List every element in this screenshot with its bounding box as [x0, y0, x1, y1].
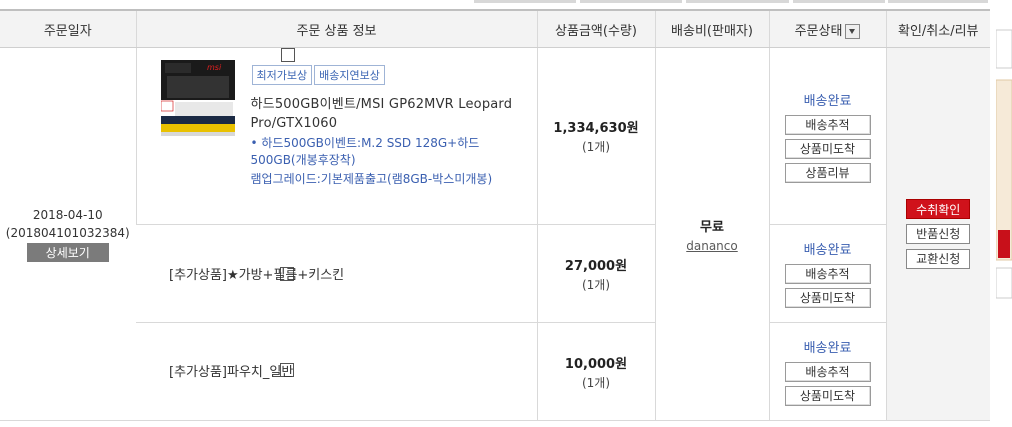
side-banner-edge[interactable] — [996, 0, 1012, 427]
product-thumbnail[interactable]: msi — [160, 60, 235, 136]
order-date: 2018-04-10 — [32, 208, 103, 222]
product-name[interactable]: [추가상품]★가방+필름+키스킨 — [169, 264, 344, 283]
item-qty: (1개) — [581, 375, 611, 390]
status-text: 배송완료 — [803, 341, 852, 356]
status-text: 배송완료 — [803, 93, 852, 109]
item-checkbox[interactable] — [280, 48, 295, 62]
tag-lowest-price[interactable]: 최저가보상 — [251, 65, 313, 85]
header-status: 주문상태 — [768, 9, 886, 48]
header-order-date: 주문일자 — [0, 9, 136, 48]
table-header-row: 주문일자 주문 상품 정보 상품금액(수량) 배송비(판매자) 주문상태 확인/… — [0, 9, 990, 48]
top-tab-strip — [0, 0, 1012, 4]
product-info-cell: msi 최저가보상 배송지연보상 하드500GB이벤트/MSI GP62MVR L… — [135, 47, 537, 225]
table-row: 2018-04-10 (201804101032384) 상세보기 msi 최저… — [0, 47, 990, 421]
not-arrived-button[interactable]: 상품미도착 — [784, 386, 871, 406]
header-actions: 확인/취소/리뷰 — [885, 9, 990, 48]
item-price: 1,334,630원 — [553, 121, 639, 136]
header-product-info: 주문 상품 정보 — [135, 9, 537, 48]
order-date-cell: 2018-04-10 (201804101032384) 상세보기 — [0, 47, 136, 421]
amount-cell: 1,334,630원 (1개) — [536, 47, 655, 225]
amount-cell: 27,000원 (1개) — [536, 224, 655, 323]
benefit-tags: 최저가보상 배송지연보상 — [251, 65, 387, 85]
not-arrived-button[interactable]: 상품미도착 — [784, 288, 871, 308]
table-row: [추가상품]★가방+필름+키스킨 27,000원 (1개) 배송완료 배송추적 … — [0, 224, 990, 323]
shipping-fee: 무료 — [700, 219, 724, 235]
return-request-button[interactable]: 반품신청 — [906, 224, 971, 244]
confirm-receipt-button[interactable]: 수취확인 — [906, 199, 971, 219]
amount-cell: 10,000원 (1개) — [536, 322, 655, 421]
actions-cell: 수취확인 반품신청 교환신청 — [885, 47, 990, 421]
track-delivery-button[interactable]: 배송추적 — [784, 114, 871, 135]
product-option-ram: 램업그레이드:기본제품출고(램8GB-박스미개봉) — [250, 172, 493, 186]
product-info-cell: [추가상품]파우치_일반 — [136, 322, 537, 421]
tag-delivery-delay[interactable]: 배송지연보상 — [314, 65, 385, 85]
header-status-label: 주문상태 — [794, 23, 843, 39]
status-text: 배송완료 — [803, 243, 852, 258]
thumb-brand-text: msi — [207, 63, 222, 72]
not-arrived-button[interactable]: 상품미도착 — [784, 138, 871, 159]
item-qty: (1개) — [581, 277, 611, 292]
shipping-cell: 무료 dananco — [654, 47, 769, 421]
order-number: (201804101032384) — [5, 226, 130, 240]
product-name[interactable]: [추가상품]파우치_일반 — [169, 361, 293, 380]
item-price: 27,000원 — [564, 258, 628, 274]
order-table: 주문일자 주문 상품 정보 상품금액(수량) 배송비(판매자) 주문상태 확인/… — [0, 9, 990, 421]
header-shipping: 배송비(판매자) — [654, 9, 769, 48]
status-cell: 배송완료 배송추적 상품미도착 — [768, 224, 886, 323]
item-qty: (1개) — [581, 140, 611, 154]
review-button[interactable]: 상품리뷰 — [784, 162, 871, 183]
seller-link[interactable]: dananco — [656, 239, 769, 253]
item-price: 10,000원 — [564, 356, 628, 372]
exchange-request-button[interactable]: 교환신청 — [906, 249, 971, 269]
detail-view-button[interactable]: 상세보기 — [26, 243, 109, 262]
status-cell: 배송완료 배송추적 상품미도착 상품리뷰 — [768, 47, 886, 225]
product-info-cell: [추가상품]★가방+필름+키스킨 — [136, 224, 537, 323]
status-cell: 배송완료 배송추적 상품미도착 — [768, 322, 886, 421]
product-name[interactable]: 하드500GB이벤트/MSI GP62MVR Leopard Pro/GTX10… — [251, 95, 531, 133]
track-delivery-button[interactable]: 배송추적 — [784, 362, 871, 382]
header-amount: 상품금액(수량) — [536, 9, 655, 48]
track-delivery-button[interactable]: 배송추적 — [784, 264, 871, 284]
status-filter-dropdown-icon[interactable] — [845, 23, 861, 39]
table-row: [추가상품]파우치_일반 10,000원 (1개) 배송완료 배송추적 상품미도… — [0, 322, 990, 421]
product-option-ssd: • 하드500GB이벤트:M.2 SSD 128G+하드500GB(개봉후장착) — [250, 136, 480, 167]
